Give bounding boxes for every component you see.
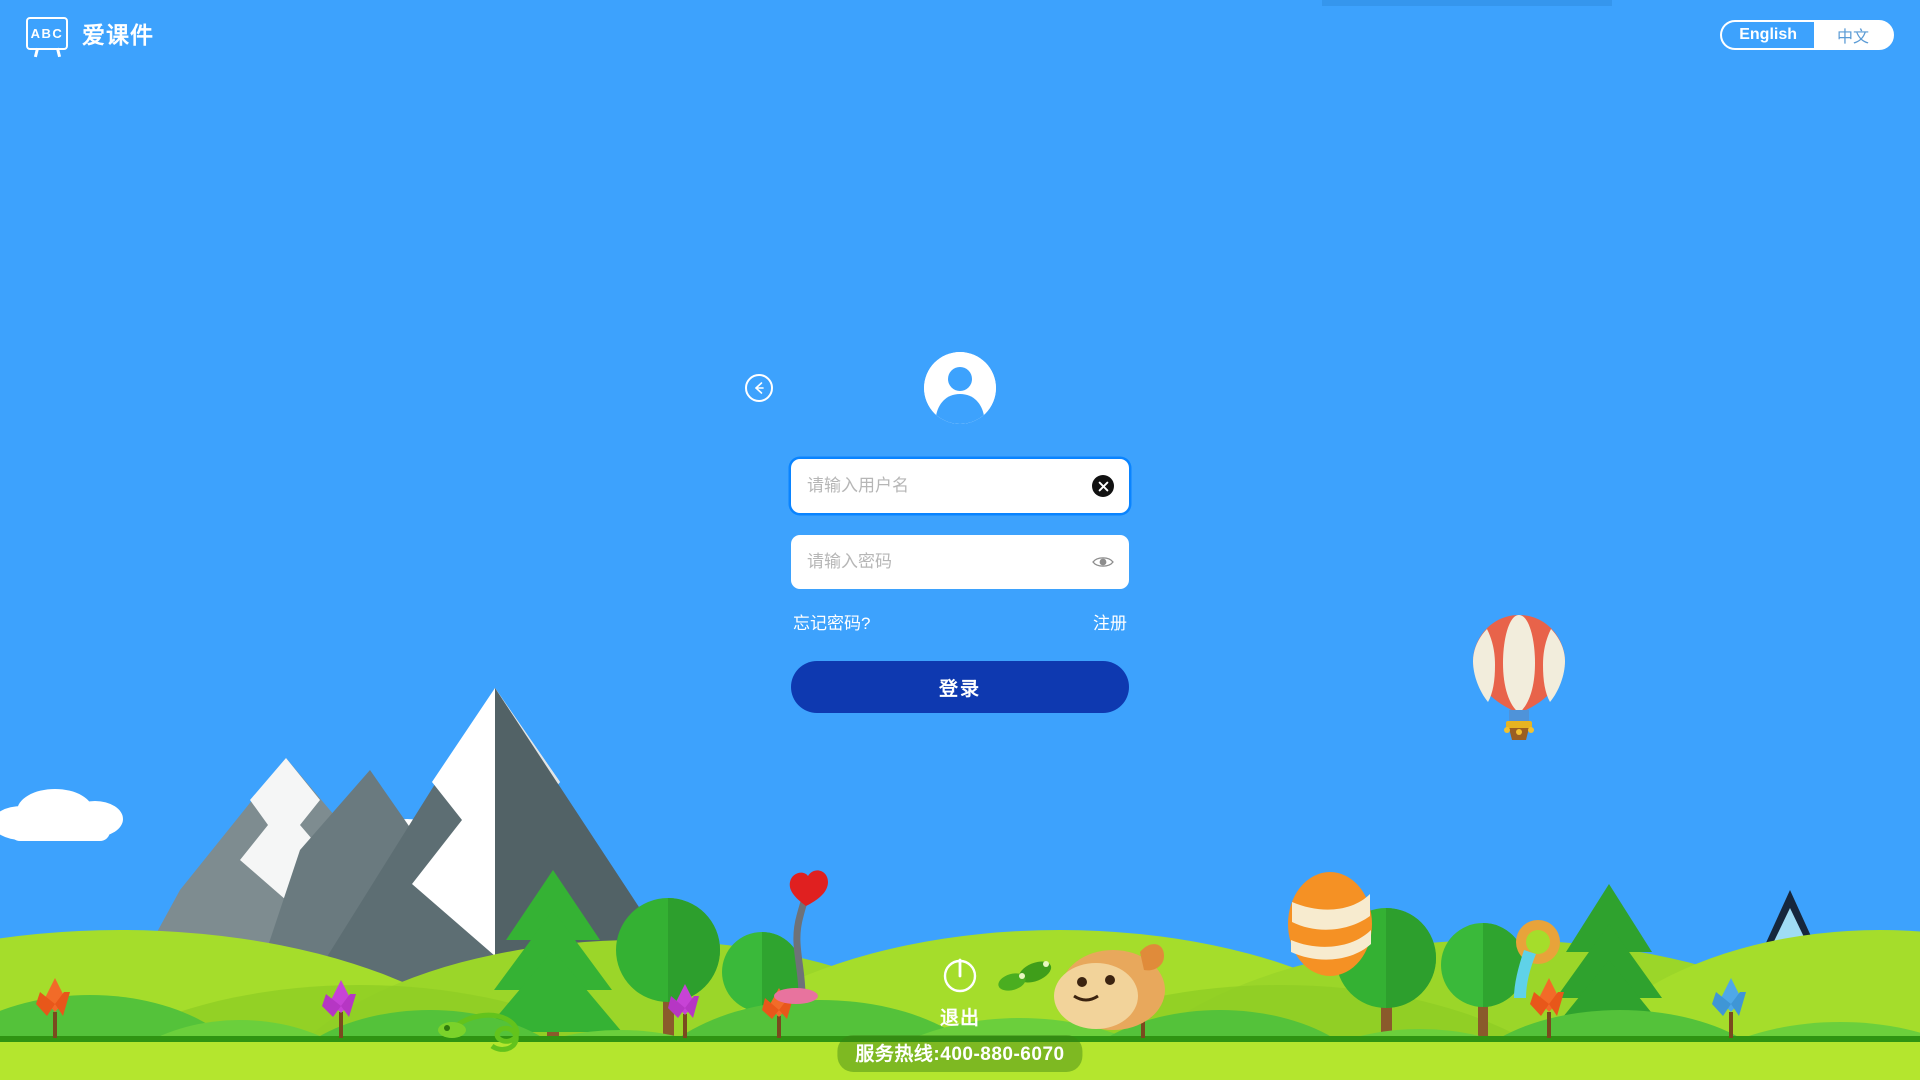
- exit-label: 退出: [939, 1008, 980, 1029]
- clear-username-button[interactable]: [1092, 475, 1114, 497]
- back-button[interactable]: [745, 374, 773, 402]
- username-input[interactable]: [791, 459, 1129, 513]
- login-submit-button[interactable]: 登录: [791, 661, 1129, 713]
- language-toggle[interactable]: English 中文: [1720, 20, 1894, 50]
- password-input[interactable]: [791, 535, 1129, 589]
- exit-button[interactable]: 退出: [915, 952, 1005, 1030]
- forgot-password-link[interactable]: 忘记密码?: [793, 609, 870, 634]
- login-links: 忘记密码? 注册: [791, 609, 1129, 634]
- arrow-left-icon: [755, 382, 764, 394]
- user-avatar-icon: [924, 352, 996, 424]
- heart-lamp-plant-icon: [774, 864, 834, 1004]
- power-icon: [943, 958, 977, 993]
- login-page: ABC 爱课件 English 中文 请输入用户名 忘记密码? 注册 登录 退出…: [0, 0, 1920, 1080]
- top-strip-artifact: [1322, 0, 1612, 6]
- toggle-password-visibility-button[interactable]: [1091, 550, 1115, 574]
- username-field-wrapper[interactable]: [791, 459, 1129, 513]
- eye-icon: [1092, 557, 1114, 567]
- logo-abc-text: ABC: [30, 25, 64, 41]
- lang-option-chinese[interactable]: 中文: [1814, 22, 1892, 48]
- lang-option-english[interactable]: English: [1722, 22, 1814, 48]
- close-icon: [1098, 481, 1108, 491]
- striped-balloon-icon: [1288, 872, 1372, 976]
- service-hotline: 服务热线:400-880-6070: [837, 1035, 1083, 1072]
- password-field-wrapper[interactable]: [791, 535, 1129, 589]
- whiteboard-abc-icon: ABC: [26, 16, 68, 50]
- register-link[interactable]: 注册: [1093, 609, 1127, 634]
- brand: ABC 爱课件: [26, 16, 154, 50]
- login-form: 忘记密码? 注册 登录: [745, 352, 1129, 713]
- brand-name: 爱课件: [82, 22, 154, 48]
